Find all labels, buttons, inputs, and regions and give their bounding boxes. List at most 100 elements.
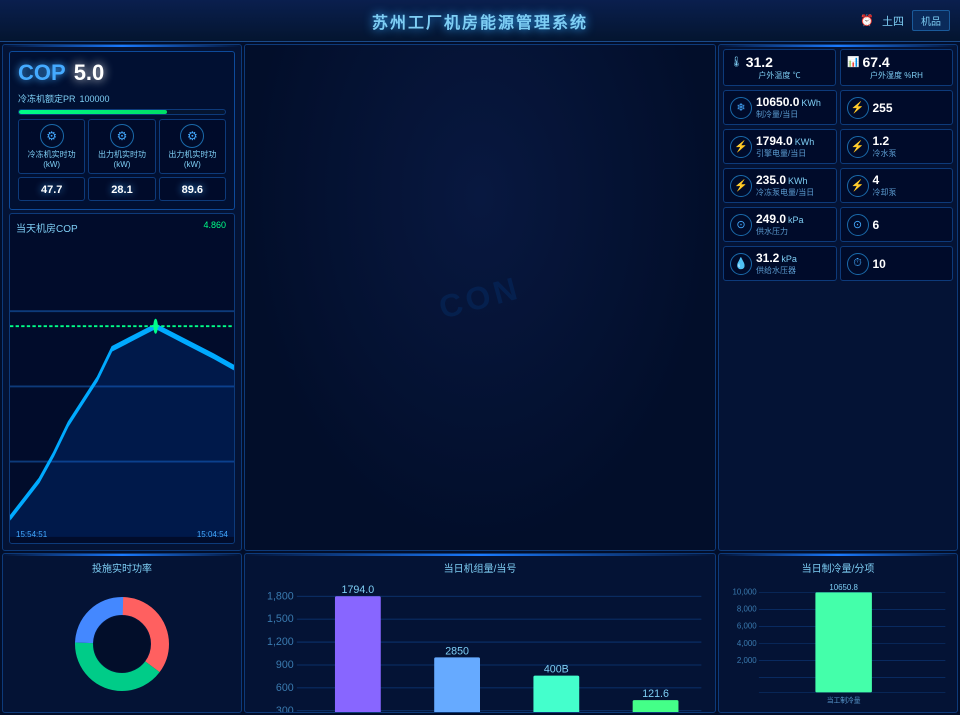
cop-chart-title: 当天机房COP (16, 220, 228, 235)
gauge-icon-0: ⊙ (730, 214, 752, 236)
svg-text:8,000: 8,000 (737, 605, 757, 614)
water-supply-value: 31.2 (756, 251, 779, 265)
outdoor-humidity-label: 户外湿度 %RH (847, 70, 946, 81)
center-panel: CON (244, 44, 716, 551)
cool-pump-label: 冷却泵 (873, 187, 947, 198)
header-time-label: 土四 (882, 13, 904, 29)
metric-label-1: 出力机实时功(kW) (93, 150, 150, 169)
svg-text:1794.0: 1794.0 (342, 584, 375, 596)
metric-icon-0: ⚙ (40, 124, 64, 148)
stat-info-water-pressure: 249.0 kPa 供水压力 (756, 212, 830, 237)
water-pressure-unit: kPa (788, 215, 804, 225)
metric-value-1: 28.1 (93, 184, 150, 196)
value-box-0: 47.7 (18, 177, 85, 201)
water-icon: 💧 (730, 253, 752, 275)
stat-cooling-energy: ❄ 10650.0 KWh 制冷量/当日 (723, 90, 837, 125)
metric-box-0: ⚙ 冷冻机实时功(kW) (18, 119, 85, 174)
engine-power-label: 引擎电量/当日 (756, 148, 830, 159)
header-btn1[interactable]: 机品 (912, 10, 950, 31)
stat-cool-pump: ⚡ 4 冷却泵 (840, 168, 954, 203)
water-pressure-label: 供水压力 (756, 226, 830, 237)
cop-bar-value: 100000 (80, 94, 110, 104)
stats-row-2: ⚡ 235.0 KWh 冷冻泵电量/当日 ⚡ 4 冷却泵 (723, 168, 953, 203)
metric-box-2: ⚙ 出力机实时功(kW) (159, 119, 226, 174)
timer-icon: ⏱ (847, 253, 869, 275)
water-supply-label: 供给水压器 (756, 265, 830, 276)
stat-info-cool-pump: 4 冷却泵 (873, 173, 947, 198)
timer-value: 10 (873, 257, 947, 271)
cop-value: 5.0 (74, 60, 105, 86)
stat-info-water-supply: 31.2 kPa 供给水压器 (756, 251, 830, 276)
stats-row-3: ⊙ 249.0 kPa 供水压力 ⊙ 6 (723, 207, 953, 242)
stat-cold-water: ⚡ 1.2 冷水泵 (840, 129, 954, 164)
cold-water-value: 1.2 (873, 134, 947, 148)
cool-pump-value: 4 (873, 173, 947, 187)
donut-chart-svg (67, 589, 177, 699)
donut-container (9, 581, 235, 706)
svg-text:121.6: 121.6 (642, 688, 669, 700)
bottom-center-title: 当日机组量/当号 (251, 560, 709, 575)
outdoor-temp-label: 户外温度 ℃ (730, 70, 829, 81)
cop-bar-container (18, 109, 226, 115)
right-panel: 🌡 31.2 户外温度 ℃ 📊 67.4 户外湿度 %RH ❄ 10650.0 (718, 44, 958, 551)
stats-row-1: ⚡ 1794.0 KWh 引擎电量/当日 ⚡ 1.2 冷水泵 (723, 129, 953, 164)
stat-gauge-col2: ⊙ 6 (840, 207, 954, 242)
cold-water-label: 冷水泵 (873, 148, 947, 159)
stat-info-gauge-col2: 6 (873, 218, 947, 232)
sensor-outdoor-humidity: 📊 67.4 户外湿度 %RH (840, 49, 953, 86)
bottom-center-chart: 1,800 1,500 1,200 900 600 300 1794.0 (251, 581, 709, 713)
svg-text:1,800: 1,800 (267, 590, 294, 602)
cooling-energy-value: 10650.0 (756, 95, 799, 109)
stat-info-freeze-pump: 235.0 KWh 冷冻泵电量/当日 (756, 173, 830, 198)
freeze-pump-value: 235.0 (756, 173, 786, 187)
metrics-row: ⚙ 冷冻机实时功(kW) ⚙ 出力机实时功(kW) ⚙ 出力机实时功(kW) (18, 119, 226, 174)
right-top-sensors: 🌡 31.2 户外温度 ℃ 📊 67.4 户外湿度 %RH (723, 49, 953, 86)
cop-chart-max: 4.860 (203, 220, 226, 230)
water-supply-unit: kPa (781, 254, 797, 264)
svg-text:10650.8: 10650.8 (829, 583, 858, 592)
svg-text:当工制冷量: 当工制冷量 (827, 696, 861, 705)
stats-row-4: 💧 31.2 kPa 供给水压器 ⏱ 10 (723, 246, 953, 281)
metric-icon-2: ⚙ (180, 124, 204, 148)
stat-timer: ⏱ 10 (840, 246, 954, 281)
sensor-outdoor-temp: 🌡 31.2 户外温度 ℃ (723, 49, 836, 86)
header-controls: ⏰ 土四 机品 (860, 10, 950, 31)
cop-chart-time-end: 15:04:54 (197, 530, 228, 539)
power-icon-3: ⚡ (730, 175, 752, 197)
outdoor-humidity-value: 67.4 (862, 54, 889, 70)
stat-info-timer: 10 (873, 257, 947, 271)
cooling-energy-unit: KWh (801, 98, 821, 108)
bottom-right-chart: 10,000 8,000 6,000 4,000 2,000 10650.8 当… (725, 581, 951, 706)
svg-text:300: 300 (276, 705, 294, 713)
bottom-right-chart-container: 10,000 8,000 6,000 4,000 2,000 10650.8 当… (725, 581, 951, 706)
svg-text:2850: 2850 (445, 645, 469, 657)
cooling-energy-label: 制冷量/当日 (756, 109, 830, 120)
svg-text:900: 900 (276, 659, 294, 671)
cop-header: COP 5.0 (18, 60, 226, 86)
value-box-1: 28.1 (88, 177, 155, 201)
cop-bar-row: 冷冻机额定PR 100000 (18, 92, 226, 105)
bottom-center-panel: 当日机组量/当号 1,800 1,500 1,200 900 600 300 (244, 553, 716, 713)
cop-bar-label: 冷冻机额定PR (18, 92, 76, 105)
gauge-icon-1: ⊙ (847, 214, 869, 236)
cop-bar-fill (19, 110, 167, 114)
thermometer-icon: 🌡 (730, 57, 743, 68)
metric-label-2: 出力机实时功(kW) (164, 150, 221, 169)
bottom-right-title: 当日制冷量/分项 (725, 560, 951, 575)
header: 苏州工厂机房能源管理系统 ⏰ 土四 机品 (0, 0, 960, 42)
svg-text:1,200: 1,200 (267, 636, 294, 648)
snowflake-icon: ❄ (730, 97, 752, 119)
bar-chart-container: 1,800 1,500 1,200 900 600 300 1794.0 (251, 581, 709, 713)
stat-info-cold-water: 1.2 冷水泵 (873, 134, 947, 159)
center-bg (245, 45, 715, 550)
svg-text:2,000: 2,000 (737, 656, 757, 665)
cop-chart-time-start: 15:54:51 (16, 530, 47, 539)
bar-chart-icon: 📊 (847, 57, 859, 68)
engine-power-unit: KWh (795, 137, 815, 147)
water-pressure-value: 249.0 (756, 212, 786, 226)
metric-value-0: 47.7 (23, 184, 80, 196)
stat-water-pressure: ⊙ 249.0 kPa 供水压力 (723, 207, 837, 242)
stat-info-cooling: 10650.0 KWh 制冷量/当日 (756, 95, 830, 120)
svg-text:4,000: 4,000 (737, 639, 757, 648)
freeze-pump-label: 冷冻泵电量/当日 (756, 187, 830, 198)
